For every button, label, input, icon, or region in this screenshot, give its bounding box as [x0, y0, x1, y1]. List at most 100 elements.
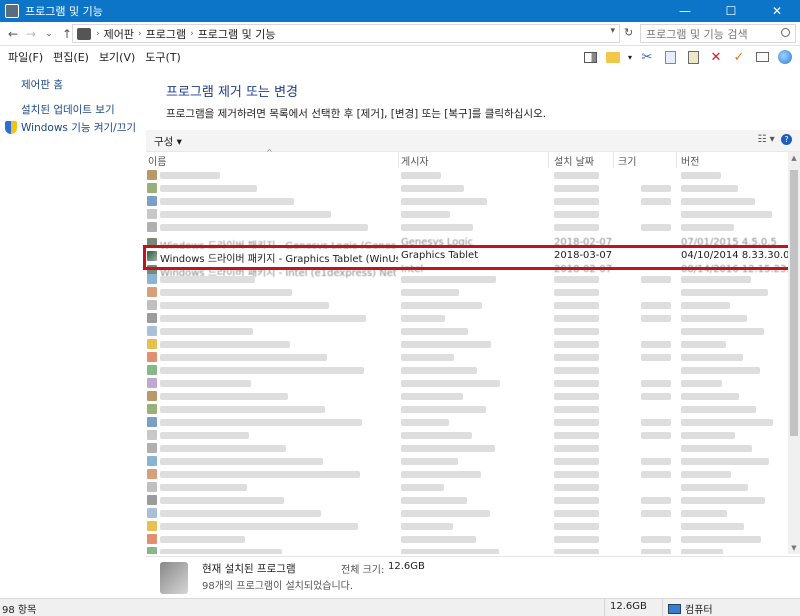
redacted-text: [681, 289, 768, 296]
redacted-text: [554, 367, 599, 374]
redacted-text: [554, 458, 599, 465]
redacted-text: [401, 302, 482, 309]
redacted-text: [160, 185, 257, 192]
sidebar-item-updates[interactable]: 설치된 업데이트 보기: [21, 102, 115, 117]
redacted-text: [401, 315, 445, 322]
preview-pane-icon[interactable]: [581, 48, 599, 66]
help-icon[interactable]: ?: [781, 134, 792, 145]
delete-icon[interactable]: ✕: [707, 48, 725, 66]
status-bar: 98 항목 12.6GB 컴퓨터: [0, 598, 800, 616]
column-divider[interactable]: [548, 152, 549, 168]
redacted-text: [641, 198, 671, 205]
redacted-text: [554, 289, 599, 296]
redacted-text: [681, 406, 756, 413]
program-icon: [147, 430, 157, 440]
highlight-box: [143, 245, 793, 270]
program-list[interactable]: Windows 드라이버 패키지 - Genesys Logic (GenesS…: [146, 168, 788, 554]
minimize-button[interactable]: —: [662, 0, 708, 22]
redacted-text: [401, 523, 453, 530]
column-version[interactable]: 버전: [681, 153, 699, 168]
view-options-icon[interactable]: ☷ ▾ ?: [757, 134, 792, 145]
close-button[interactable]: ✕: [754, 0, 800, 22]
redacted-text: [554, 497, 599, 504]
redacted-text: [160, 549, 282, 554]
properties-icon[interactable]: [753, 48, 771, 66]
menu-view[interactable]: 보기(V): [99, 49, 135, 65]
scroll-up-icon[interactable]: ▲: [788, 154, 800, 162]
redacted-text: [160, 302, 329, 309]
program-icon: [147, 547, 157, 554]
program-icon: [147, 482, 157, 492]
program-count-text: 98개의 프로그램이 설치되었습니다.: [202, 581, 354, 592]
refresh-button[interactable]: ↻: [624, 26, 633, 39]
recent-dropdown-button[interactable]: ⌄: [40, 29, 58, 39]
maximize-button[interactable]: ☐: [708, 0, 754, 22]
program-icon: [147, 300, 157, 310]
redacted-text: [554, 198, 599, 205]
paste-icon[interactable]: [684, 48, 702, 66]
forward-button[interactable]: →: [22, 27, 40, 41]
breadcrumb-programs-features[interactable]: 프로그램 및 기능: [198, 26, 276, 42]
back-button[interactable]: ←: [4, 27, 22, 41]
vertical-scrollbar[interactable]: ▲ ▼: [788, 152, 800, 554]
organize-button[interactable]: 구성 ▾: [154, 134, 182, 149]
menu-edit[interactable]: 편집(E): [53, 49, 89, 65]
copy-icon[interactable]: [661, 48, 679, 66]
redacted-text: [681, 432, 735, 439]
breadcrumb-programs[interactable]: 프로그램: [146, 26, 186, 42]
search-icon[interactable]: [781, 28, 790, 37]
column-publisher[interactable]: 게시자: [401, 153, 429, 168]
folder-options-icon[interactable]: [604, 48, 622, 66]
redacted-text: [681, 458, 769, 465]
redacted-text: [641, 419, 671, 426]
sidebar-item-windows-features[interactable]: Windows 기능 켜기/끄기: [21, 120, 136, 135]
column-divider[interactable]: [676, 152, 677, 168]
column-name[interactable]: 이름: [148, 153, 166, 168]
redacted-text: [554, 445, 599, 452]
redacted-text: [160, 211, 331, 218]
status-divider: [604, 599, 605, 616]
cut-icon[interactable]: ✂: [638, 48, 656, 66]
redacted-text: [401, 445, 495, 452]
program-icon: [147, 339, 157, 349]
redacted-text: [681, 484, 748, 491]
redacted-text: [160, 471, 360, 478]
redacted-text: [641, 432, 671, 439]
program-icon: [147, 222, 157, 232]
search-input[interactable]: 프로그램 및 기능 검색: [640, 24, 796, 43]
menu-file[interactable]: 파일(F): [8, 49, 43, 65]
details-title: 현재 설치된 프로그램: [202, 563, 296, 575]
scrollbar-thumb[interactable]: [790, 170, 798, 436]
sidebar-item-home[interactable]: 제어판 홈: [21, 77, 63, 92]
list-item[interactable]: [146, 220, 788, 235]
redacted-text: [681, 302, 730, 309]
status-location: 컴퓨터: [668, 601, 713, 616]
redacted-text: [160, 341, 290, 348]
breadcrumb-control-panel[interactable]: 제어판: [104, 26, 134, 42]
column-divider[interactable]: [613, 152, 614, 168]
redacted-text: [160, 393, 288, 400]
redacted-text: [681, 445, 752, 452]
redacted-text: [554, 393, 599, 400]
globe-icon[interactable]: [776, 48, 794, 66]
redacted-text: [160, 484, 247, 491]
redacted-text: [401, 484, 444, 491]
dropdown-icon[interactable]: ▾: [627, 48, 633, 66]
check-icon[interactable]: ✓: [730, 48, 748, 66]
redacted-text: [554, 354, 599, 361]
redacted-text: [641, 393, 671, 400]
scroll-down-icon[interactable]: ▼: [788, 544, 800, 552]
column-install-date[interactable]: 설치 날짜: [554, 153, 594, 168]
redacted-text: [401, 211, 450, 218]
menu-tools[interactable]: 도구(T): [145, 49, 181, 65]
redacted-text: [160, 523, 358, 530]
list-item[interactable]: [146, 545, 788, 554]
redacted-text: [401, 406, 486, 413]
column-divider[interactable]: [398, 152, 399, 168]
redacted-text: [641, 315, 671, 322]
address-dropdown-icon[interactable]: ▾: [610, 26, 615, 36]
column-size[interactable]: 크기: [618, 153, 636, 168]
redacted-text: [681, 510, 727, 517]
redacted-text: [681, 328, 764, 335]
address-bar[interactable]: › 제어판 › 프로그램 › 프로그램 및 기능 ▾: [72, 24, 620, 43]
